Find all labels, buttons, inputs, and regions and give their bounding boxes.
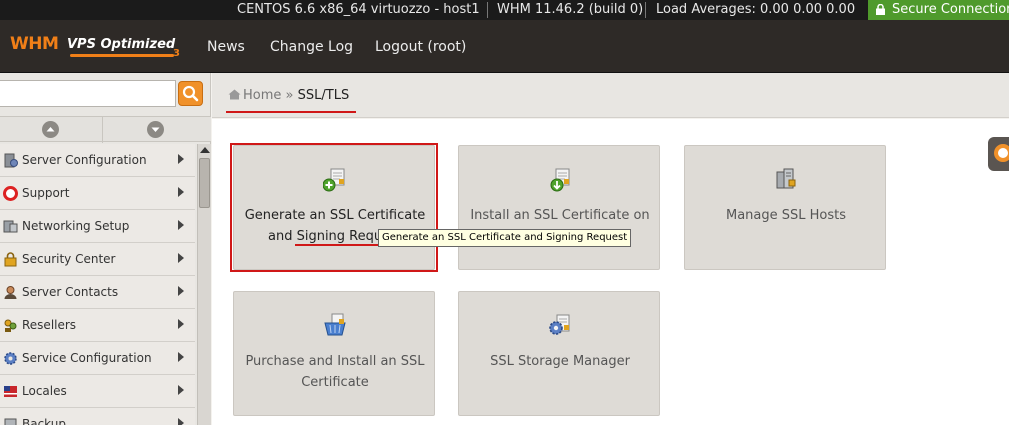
breadcrumb-current: SSL/TLS bbox=[297, 88, 350, 103]
sidebar-item-support[interactable]: Support bbox=[0, 177, 195, 210]
chevron-right-icon bbox=[178, 187, 184, 197]
divider bbox=[645, 2, 646, 18]
sidebar-search-input[interactable] bbox=[0, 80, 176, 107]
scroll-up-button[interactable] bbox=[42, 121, 59, 138]
manage-hosts-icon bbox=[776, 168, 796, 189]
chevron-right-icon bbox=[178, 319, 184, 329]
help-widget[interactable] bbox=[988, 137, 1009, 171]
server-info: CENTOS 6.6 x86_64 virtuozzo - host1 bbox=[237, 2, 480, 17]
home-icon bbox=[228, 89, 241, 100]
breadcrumb-annotation-underline bbox=[226, 111, 356, 113]
secure-connection-badge: Secure Connection bbox=[868, 0, 1009, 20]
nav-logout[interactable]: Logout (root) bbox=[375, 39, 466, 55]
install-cert-icon bbox=[550, 168, 570, 192]
backup-icon bbox=[4, 418, 17, 425]
divider bbox=[487, 2, 488, 18]
sidebar-item-label: Resellers bbox=[22, 318, 77, 332]
sidebar-item-label: Backup bbox=[22, 417, 66, 425]
support-icon bbox=[3, 186, 18, 201]
sidebar-item-service-configuration[interactable]: Service Configuration bbox=[0, 342, 195, 375]
whm-version: WHM 11.46.2 (build 0) bbox=[497, 2, 644, 17]
purchase-cert-icon bbox=[324, 313, 346, 336]
lifebuoy-icon bbox=[994, 144, 1009, 162]
tile-label-line1: SSL Storage Manager bbox=[490, 354, 630, 369]
load-averages: Load Averages: 0.00 0.00 0.00 bbox=[656, 2, 856, 17]
sidebar-item-label: Server Configuration bbox=[22, 153, 147, 167]
tile-label-line2: Certificate bbox=[301, 375, 369, 390]
tile-ssl-storage-manager[interactable]: SSL Storage Manager bbox=[458, 291, 660, 416]
sidebar-item-label: Networking Setup bbox=[22, 219, 130, 233]
sidebar-item-server-configuration[interactable]: Server Configuration bbox=[0, 144, 195, 177]
tile-label: SSL Storage Manager bbox=[465, 351, 655, 372]
sidebar-item-security-center[interactable]: Security Center bbox=[0, 243, 195, 276]
sidebar-scrollbar[interactable] bbox=[197, 144, 211, 425]
sidebar-item-label: Service Configuration bbox=[22, 351, 152, 365]
flag-icon bbox=[4, 386, 17, 397]
chevron-up-icon bbox=[46, 127, 55, 132]
app-header: WHM VPS Optimized 3 News Change Log Logo… bbox=[0, 20, 1009, 73]
tile-label: Manage SSL Hosts bbox=[691, 205, 881, 226]
chevron-right-icon bbox=[178, 385, 184, 395]
sidebar-item-label: Locales bbox=[22, 384, 67, 398]
breadcrumb-home[interactable]: Home bbox=[243, 88, 281, 103]
logo-whm-text: WHM bbox=[10, 34, 59, 54]
logo-vps-text: VPS Optimized bbox=[67, 37, 176, 52]
sidebar: Server Configuration Support Networking … bbox=[0, 73, 211, 425]
divider bbox=[102, 117, 103, 143]
breadcrumb: Home » SSL/TLS bbox=[228, 88, 349, 103]
tile-manage-ssl-hosts[interactable]: Manage SSL Hosts bbox=[684, 145, 886, 270]
sidebar-item-backup[interactable]: Backup bbox=[0, 408, 195, 425]
sidebar-item-label: Server Contacts bbox=[22, 285, 119, 299]
chevron-right-icon bbox=[178, 154, 184, 164]
resellers-icon bbox=[4, 319, 17, 332]
tile-label: Purchase and Install an SSL Certificate bbox=[240, 351, 430, 393]
scroll-down-button[interactable] bbox=[147, 121, 164, 138]
breadcrumb-separator: » bbox=[285, 88, 294, 103]
lock-icon bbox=[876, 4, 885, 15]
tile-label-line1: Purchase and Install an SSL bbox=[245, 354, 425, 369]
nav-news[interactable]: News bbox=[207, 39, 245, 55]
tile-label-line1: Install an SSL Certificate on bbox=[470, 208, 650, 223]
search-button[interactable] bbox=[178, 81, 203, 106]
secure-label: Secure Connection bbox=[892, 2, 1009, 17]
chevron-right-icon bbox=[178, 220, 184, 230]
search-icon bbox=[182, 85, 199, 102]
chevron-right-icon bbox=[178, 418, 184, 425]
annotation-highlight-box bbox=[230, 143, 438, 272]
sidebar-item-label: Security Center bbox=[22, 252, 116, 266]
storage-manager-icon bbox=[549, 314, 570, 335]
contact-icon bbox=[4, 286, 17, 299]
server-config-icon bbox=[4, 153, 18, 168]
logo-swoosh bbox=[70, 54, 174, 57]
gear-icon bbox=[4, 352, 17, 365]
tile-label: Install an SSL Certificate on bbox=[465, 205, 655, 226]
sidebar-item-locales[interactable]: Locales bbox=[0, 375, 195, 408]
network-icon bbox=[3, 220, 18, 233]
scrollbar-thumb[interactable] bbox=[199, 158, 210, 208]
sidebar-item-server-contacts[interactable]: Server Contacts bbox=[0, 276, 195, 309]
tile-install-ssl-certificate[interactable]: Install an SSL Certificate on bbox=[458, 145, 660, 270]
sidebar-menu: Server Configuration Support Networking … bbox=[0, 144, 195, 425]
chevron-right-icon bbox=[178, 352, 184, 362]
sidebar-item-label: Support bbox=[22, 186, 70, 200]
main-content: Generate an SSL Certificate and Signing … bbox=[212, 119, 1009, 425]
chevron-down-icon bbox=[151, 127, 160, 132]
sidebar-scroll-controls bbox=[0, 116, 211, 143]
logo-number: 3 bbox=[173, 48, 180, 59]
status-bar: CENTOS 6.6 x86_64 virtuozzo - host1 WHM … bbox=[0, 0, 1009, 20]
tile-label-line1: Manage SSL Hosts bbox=[725, 208, 847, 223]
chevron-right-icon bbox=[178, 286, 184, 296]
sidebar-item-resellers[interactable]: Resellers bbox=[0, 309, 195, 342]
sidebar-item-networking-setup[interactable]: Networking Setup bbox=[0, 210, 195, 243]
scroll-up-arrow-icon[interactable] bbox=[200, 147, 210, 153]
tile-purchase-install-ssl[interactable]: Purchase and Install an SSL Certificate bbox=[233, 291, 435, 416]
tooltip: Generate an SSL Certificate and Signing … bbox=[378, 229, 632, 247]
breadcrumb-bar: Home » SSL/TLS bbox=[212, 73, 1009, 118]
chevron-right-icon bbox=[178, 253, 184, 263]
lock-icon bbox=[4, 252, 17, 267]
nav-change-log[interactable]: Change Log bbox=[270, 39, 353, 55]
